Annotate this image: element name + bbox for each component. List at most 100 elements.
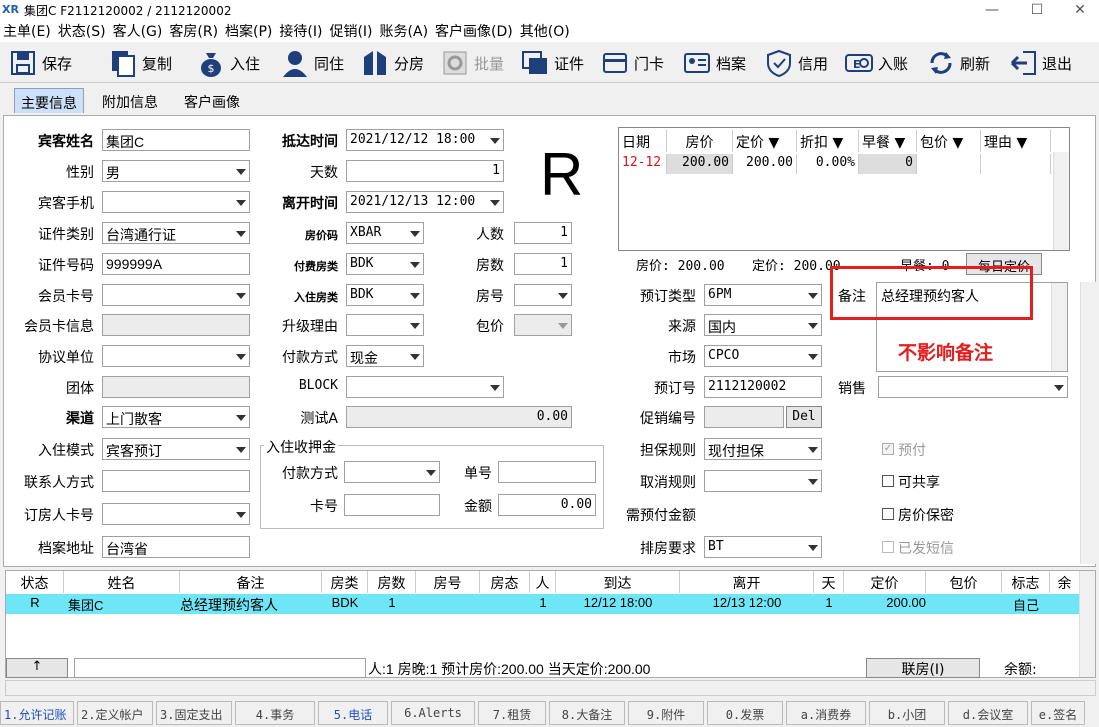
list-header-room-state[interactable]: 房态 <box>480 571 530 593</box>
guest-name-input[interactable]: 集团C <box>102 129 250 151</box>
booking-no-field[interactable]: 2112120002 <box>704 376 822 398</box>
menu-item-portrait[interactable]: 客户画像(D) <box>435 21 513 41</box>
tab-events[interactable]: 4.事务 <box>235 701 315 725</box>
block-select[interactable] <box>346 376 504 398</box>
source-select[interactable]: 国内 <box>704 314 822 336</box>
share-room-button[interactable]: 同住 <box>280 46 344 80</box>
link-room-button[interactable]: 联房(I) <box>866 658 980 678</box>
deposit-pay-select[interactable] <box>344 461 440 483</box>
list-header-rooms[interactable]: 房数 <box>368 571 416 593</box>
deposit-no-input[interactable] <box>498 461 596 483</box>
credit-button[interactable]: 信用 <box>764 46 828 80</box>
room-type-select[interactable]: BDK <box>346 284 424 306</box>
rate-grid-cell-discount[interactable]: 0.00% <box>797 154 859 174</box>
sales-select[interactable] <box>878 376 1068 398</box>
paid-type-select[interactable]: BDK <box>346 253 424 275</box>
copy-button[interactable]: 复制 <box>108 46 172 80</box>
tab-invoice[interactable]: 0.发票 <box>707 701 783 725</box>
list-header-package[interactable]: 包价 <box>926 571 1002 593</box>
tab-phone[interactable]: 5.电话 <box>318 701 388 725</box>
rate-grid-cell-rate[interactable]: 200.00 <box>667 154 733 174</box>
rate-grid-cell-breakfast[interactable]: 0 <box>859 154 917 174</box>
arrange-select[interactable]: BT <box>704 536 822 558</box>
contact-input[interactable] <box>102 470 250 492</box>
menu-item-guest[interactable]: 客人(G) <box>113 21 163 41</box>
sharable-checkbox[interactable] <box>882 475 894 487</box>
gender-select[interactable]: 男 <box>102 160 250 182</box>
deposit-amount-input[interactable]: 0.00 <box>498 494 596 516</box>
batch-button[interactable]: 批量 <box>440 46 504 80</box>
rate-code-select[interactable]: XBAR <box>346 222 424 244</box>
rate-grid-scrollbar[interactable] <box>1053 152 1069 250</box>
tab-attachments[interactable]: 9.附件 <box>628 701 704 725</box>
arrival-select[interactable]: 2021/12/12 18:00 <box>346 129 504 151</box>
menu-item-status[interactable]: 状态(S) <box>58 21 106 41</box>
tab-small-group[interactable]: b.小团 <box>869 701 945 725</box>
list-header-status[interactable]: 状态 <box>6 571 64 593</box>
persons-input[interactable]: 1 <box>514 222 572 244</box>
rate-grid-cell-fixed[interactable]: 200.00 <box>733 154 797 174</box>
tab-main-info[interactable]: 主要信息 <box>14 88 84 113</box>
rate-grid-cell-reason[interactable] <box>981 154 1051 174</box>
cancel-rule-select[interactable] <box>704 470 822 492</box>
tab-allow-charge[interactable]: 1.允许记账 <box>0 701 74 725</box>
mobile-select[interactable] <box>102 191 250 213</box>
id-button[interactable]: 证件 <box>520 46 584 80</box>
list-header-persons[interactable]: 人 <box>530 571 556 593</box>
profile-button[interactable]: 档案 <box>682 46 746 80</box>
menu-item-room[interactable]: 客房(R) <box>169 21 218 41</box>
agreement-select[interactable] <box>102 345 250 367</box>
rooms-input[interactable]: 1 <box>514 253 572 275</box>
close-icon[interactable]: ✕ <box>1060 0 1099 20</box>
post-button[interactable]: E 入账 <box>844 46 908 80</box>
tab-customer-portrait[interactable]: 客户画像 <box>178 88 246 113</box>
menu-item-promo[interactable]: 促销(I) <box>329 21 372 41</box>
rate-grid-header-fixed[interactable]: 定价 ▼ <box>733 130 797 152</box>
member-card-select[interactable] <box>102 284 250 306</box>
list-header-rate[interactable]: 定价 <box>844 571 926 593</box>
exit-button[interactable]: 退出 <box>1008 46 1072 80</box>
rate-grid-header-package[interactable]: 包价 ▼ <box>917 130 981 152</box>
tab-coupon[interactable]: a.消费券 <box>786 701 866 725</box>
deposit-card-input[interactable] <box>344 494 440 516</box>
list-header-room-no[interactable]: 房号 <box>416 571 480 593</box>
remark-scrollbar[interactable] <box>1051 283 1067 371</box>
refresh-button[interactable]: 刷新 <box>926 46 990 80</box>
menu-item-reception[interactable]: 接待(I) <box>279 21 322 41</box>
checkin-button[interactable]: $ 入住 <box>196 46 260 80</box>
tab-fixed-expense[interactable]: 3.固定支出 <box>156 701 232 725</box>
tab-big-remark[interactable]: 8.大备注 <box>549 701 625 725</box>
guarantee-select[interactable]: 现付担保 <box>704 438 822 460</box>
menu-item-main[interactable]: 主单(E) <box>3 21 51 41</box>
split-room-button[interactable]: 分房 <box>360 46 424 80</box>
rate-grid-header-date[interactable]: 日期 <box>619 130 667 152</box>
rate-grid-cell-date[interactable]: 12-12 <box>619 154 667 174</box>
save-button[interactable]: 保存 <box>8 46 72 80</box>
departure-select[interactable]: 2021/12/13 12:00 <box>346 191 504 213</box>
list-filter-input[interactable] <box>74 658 366 678</box>
list-header-arrival[interactable]: 到达 <box>556 571 680 593</box>
list-header-remark[interactable]: 备注 <box>180 571 322 593</box>
rate-grid-header-breakfast[interactable]: 早餐 ▼ <box>859 130 917 152</box>
days-input[interactable]: 1 <box>346 160 504 182</box>
horizontal-scrollbar[interactable] <box>5 680 1096 696</box>
delete-promo-button[interactable]: Del <box>786 406 822 428</box>
list-header-flag[interactable]: 标志 <box>1002 571 1050 593</box>
room-card-button[interactable]: 门卡 <box>600 46 664 80</box>
tab-extra-info[interactable]: 附加信息 <box>96 88 164 113</box>
list-scrollbar[interactable] <box>1079 571 1095 677</box>
payment-select[interactable]: 现金 <box>346 345 424 367</box>
tab-meeting-room[interactable]: d.会议室 <box>948 701 1028 725</box>
rate-grid-header-rate[interactable]: 房价 <box>667 130 733 152</box>
menu-item-account[interactable]: 账务(A) <box>380 21 429 41</box>
book-type-select[interactable]: 6PM <box>704 284 822 306</box>
upgrade-select[interactable] <box>346 314 424 336</box>
menu-item-profile[interactable]: 档案(P) <box>225 21 272 41</box>
rate-grid-cell-package[interactable] <box>917 154 981 174</box>
list-header-balance[interactable]: 余 <box>1050 571 1080 593</box>
tab-signature[interactable]: e.签名 <box>1031 701 1085 725</box>
panel-scrollbar[interactable] <box>1080 282 1096 564</box>
room-no-select[interactable] <box>514 284 572 306</box>
rate-grid-header-discount[interactable]: 折扣 ▼ <box>797 130 859 152</box>
minimize-icon[interactable]: — <box>972 0 1012 20</box>
